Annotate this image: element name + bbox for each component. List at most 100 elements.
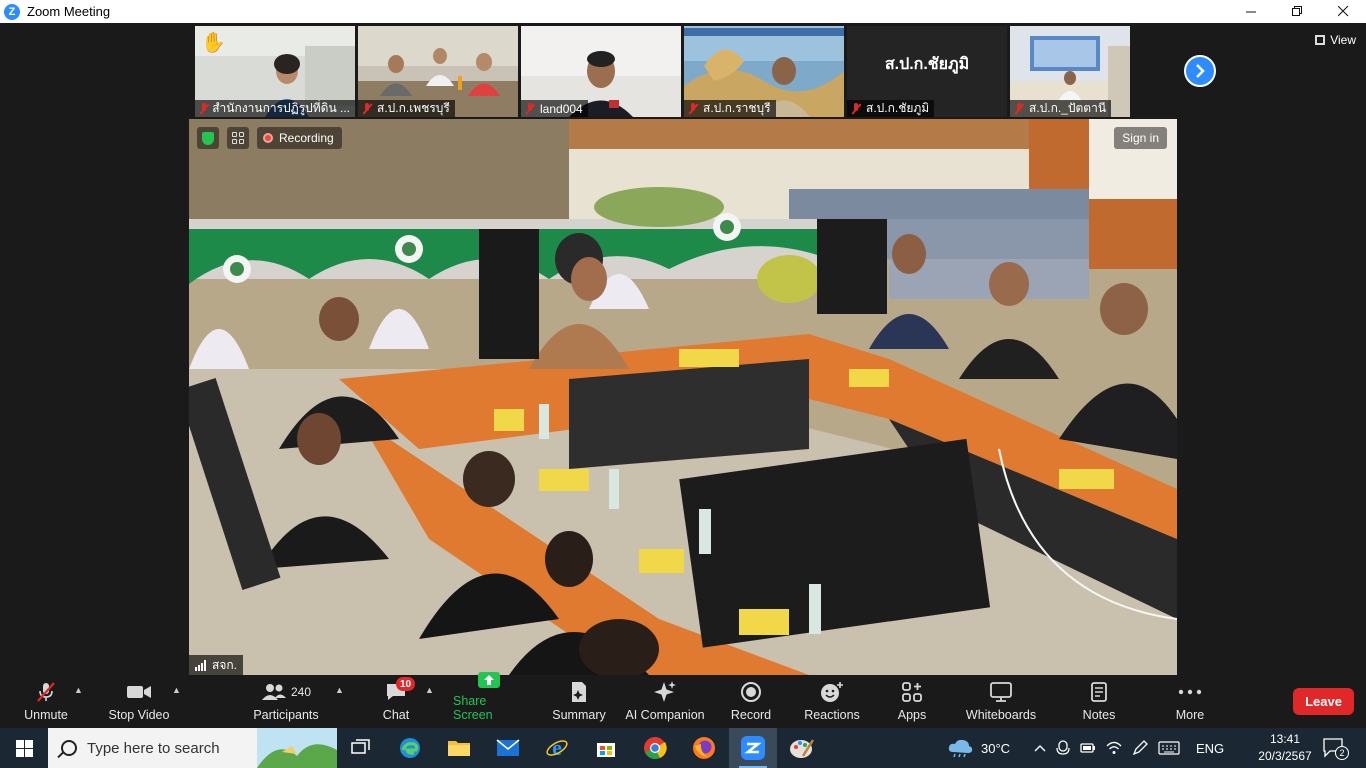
weather-temperature: 30°C: [981, 740, 1011, 756]
record-label: Record: [730, 708, 772, 722]
reactions-button[interactable]: Reactions: [803, 675, 861, 728]
ai-companion-label: AI Companion: [625, 708, 705, 722]
participant-thumbnail-strip: ✋ สำนักงานการปฏิรูปที่ดิน ... ส.ป.ก.เพชร…: [195, 26, 1130, 117]
search-icon: [61, 740, 77, 756]
unmute-button[interactable]: Unmute: [20, 675, 72, 728]
participants-label: Participants: [253, 708, 319, 722]
windows-taskbar: Type here to search e 30°C ENG 13:41 20/…: [0, 728, 1366, 768]
zoom-logo-icon: Z: [4, 3, 20, 20]
muted-mic-icon: [1014, 102, 1024, 115]
apps-button[interactable]: Apps: [894, 675, 930, 728]
unmute-label: Unmute: [24, 708, 68, 722]
summary-label: Summary: [552, 708, 606, 722]
summary-button[interactable]: Summary: [550, 675, 608, 728]
notes-label: Notes: [1082, 708, 1116, 722]
muted-mic-icon: [688, 102, 698, 115]
participant-name: ส.ป.ก.เพชรบุรี: [377, 101, 450, 115]
notes-button[interactable]: Notes: [1078, 675, 1120, 728]
participant-thumbnail[interactable]: ส.ป.ก.ชัยภูมิ ส.ป.ก.ชัยภูมิ: [847, 26, 1007, 117]
participant-name-label: ส.ป.ก.ราชบุรี: [684, 100, 776, 117]
notification-center-button[interactable]: 2: [1322, 736, 1349, 760]
wifi-icon[interactable]: [1106, 741, 1122, 755]
speaker-name: สจก.: [212, 657, 237, 672]
participants-button[interactable]: 240 Participants: [252, 675, 320, 728]
window-title: Zoom Meeting: [27, 4, 111, 19]
muted-mic-icon: [199, 102, 207, 115]
paint-icon[interactable]: [778, 728, 826, 768]
restore-icon: [1291, 6, 1302, 16]
weather-widget[interactable]: 30°C: [947, 728, 1010, 768]
chat-caret-icon[interactable]: ▲: [425, 685, 434, 695]
taskbar-search-box[interactable]: Type here to search: [48, 728, 337, 768]
participant-name-label: สำนักงานการปฏิรูปที่ดิน ...: [195, 100, 355, 117]
participant-thumbnail[interactable]: ส.ป.ก.ราชบุรี: [684, 26, 844, 117]
main-video[interactable]: Recording Sign in สจก.: [189, 119, 1177, 675]
reactions-label: Reactions: [804, 708, 860, 722]
chrome-icon[interactable]: [631, 728, 679, 768]
more-button[interactable]: More: [1170, 675, 1210, 728]
microsoft-store-icon[interactable]: [582, 728, 630, 768]
file-explorer-icon[interactable]: [435, 728, 483, 768]
meeting-toolbar: Unmute ▲ Stop Video ▲ 240 Participants ▲…: [0, 672, 1366, 728]
pen-icon[interactable]: [1132, 740, 1148, 756]
participant-name: land004: [540, 101, 583, 116]
share-screen-icon: [475, 670, 503, 690]
chat-button[interactable]: 10 Chat: [380, 675, 416, 728]
participant-name-label: ส.ป.ก.ชัยภูมิ: [847, 100, 935, 117]
firefox-icon[interactable]: [680, 728, 728, 768]
participants-caret-icon[interactable]: ▲: [335, 685, 344, 695]
participant-thumbnail[interactable]: land004: [521, 26, 681, 117]
mail-icon[interactable]: [484, 728, 532, 768]
notification-count-badge: 2: [1335, 746, 1349, 760]
windows-logo-icon: [15, 739, 33, 757]
ai-companion-button[interactable]: AI Companion: [625, 675, 705, 728]
recording-label: Recording: [279, 131, 334, 145]
mic-muted-icon: [32, 680, 60, 704]
close-icon: [1337, 6, 1348, 17]
stop-video-button[interactable]: Stop Video: [106, 675, 172, 728]
edge-browser-icon[interactable]: [386, 728, 434, 768]
meet-now-icon[interactable]: [1056, 740, 1070, 756]
start-button[interactable]: [0, 728, 48, 768]
minimize-button[interactable]: [1228, 0, 1274, 23]
participant-thumbnail[interactable]: ส.ป.ก._ปัตตานี: [1010, 26, 1130, 117]
share-screen-button[interactable]: Share Screen: [453, 672, 525, 728]
participant-thumbnail[interactable]: ส.ป.ก.เพชรบุรี: [358, 26, 518, 117]
input-language[interactable]: ENG: [1196, 741, 1224, 756]
svg-text:e: e: [552, 736, 562, 760]
video-options-caret-icon[interactable]: ▲: [172, 685, 181, 695]
touch-keyboard-icon[interactable]: [1158, 741, 1180, 755]
internet-explorer-icon[interactable]: e: [533, 728, 581, 768]
battery-icon[interactable]: [1080, 742, 1096, 754]
cloud-rain-icon: [948, 739, 973, 758]
leave-button[interactable]: Leave: [1293, 688, 1354, 715]
clock-date: 20/3/2567: [1258, 749, 1312, 763]
signal-strength-icon: [195, 659, 206, 671]
task-view-icon[interactable]: [337, 728, 385, 768]
show-hidden-icons-chevron-icon[interactable]: [1034, 744, 1046, 752]
record-button[interactable]: Record: [728, 675, 774, 728]
participant-thumbnail[interactable]: ✋ สำนักงานการปฏิรูปที่ดิน ...: [195, 26, 355, 117]
close-button[interactable]: [1320, 0, 1366, 23]
participant-name: ส.ป.ก._ปัตตานี: [1029, 101, 1107, 115]
view-button[interactable]: View: [1315, 33, 1356, 47]
whiteboards-button[interactable]: Whiteboards: [964, 675, 1038, 728]
chevron-right-icon: [1196, 64, 1205, 78]
minimize-icon: [1245, 11, 1256, 13]
taskbar-clock[interactable]: 13:41 20/3/2567: [1255, 731, 1315, 765]
raised-hand-icon: ✋: [201, 32, 226, 54]
restore-button[interactable]: [1274, 0, 1320, 23]
chat-label: Chat: [382, 708, 410, 722]
encryption-shield-icon[interactable]: [197, 127, 219, 149]
audio-options-caret-icon[interactable]: ▲: [74, 685, 83, 695]
chat-icon: 10: [382, 677, 416, 704]
participant-name-label: ส.ป.ก._ปัตตานี: [1010, 100, 1112, 117]
next-thumbnails-button[interactable]: [1184, 55, 1216, 87]
participant-name: ส.ป.ก.ชัยภูมิ: [866, 101, 930, 115]
muted-mic-icon: [851, 102, 861, 115]
zoom-app-icon[interactable]: [729, 728, 777, 768]
meeting-room-video: [189, 119, 1177, 675]
meeting-info-grid-icon[interactable]: [227, 127, 249, 149]
participant-name: ส.ป.ก.ราชบุรี: [703, 101, 771, 115]
sign-in-button[interactable]: Sign in: [1114, 127, 1167, 149]
